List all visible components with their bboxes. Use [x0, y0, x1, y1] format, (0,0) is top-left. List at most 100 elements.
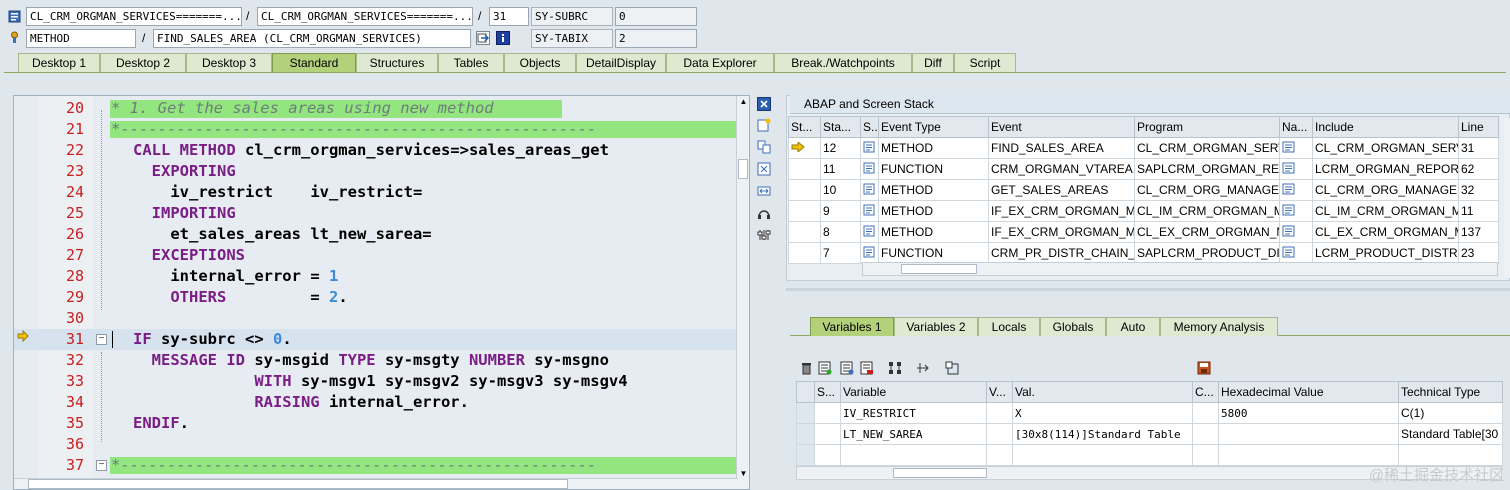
stack-cell[interactable]: METHOD	[878, 200, 989, 222]
stack-cell[interactable]: 9	[820, 200, 861, 222]
variable-cell[interactable]: IV_RESTRICT	[840, 402, 987, 424]
stack-table[interactable]: St...Sta...S...Event TypeEventProgramNa.…	[788, 116, 1499, 264]
stack-cell[interactable]: CL_CRM_ORG_MANAGEM...	[1134, 179, 1280, 201]
stack-row[interactable]: 12 METHOD FIND_SALES_AREA CL_CRM_ORGMAN_SER…	[788, 137, 1499, 159]
swap-icon[interactable]	[757, 184, 771, 198]
variable-row[interactable]	[796, 444, 1503, 466]
stack-active-cell[interactable]	[788, 242, 821, 264]
delete-icon[interactable]	[799, 361, 813, 375]
code-line[interactable]: 35 ENDIF.	[14, 413, 738, 434]
stack-cell[interactable]: CL_IM_CRM_ORGMAN_M...	[1134, 200, 1280, 222]
variable-cell[interactable]	[986, 402, 1013, 424]
append-row-icon[interactable]	[840, 361, 854, 375]
tab-globals[interactable]: Globals	[1040, 317, 1106, 336]
navigate-icon[interactable]	[1282, 246, 1296, 258]
stack-cell[interactable]: CRM_ORGMAN_VTAREA...	[988, 158, 1135, 180]
variable-cell[interactable]	[1012, 444, 1193, 466]
code-line[interactable]: 22 CALL METHOD cl_crm_orgman_services=>sa…	[14, 140, 738, 161]
stack-active-cell[interactable]	[788, 137, 821, 159]
navigate-cell[interactable]	[1279, 200, 1313, 222]
row-selector[interactable]	[796, 402, 815, 424]
code-line[interactable]: 37 *-------------------------------------…	[14, 455, 738, 476]
stack-column-header[interactable]: Line	[1458, 116, 1499, 138]
transfer-icon[interactable]	[916, 361, 930, 375]
navigate-cell[interactable]	[1279, 179, 1313, 201]
variable-cell[interactable]	[1218, 423, 1399, 445]
variable-cell[interactable]	[814, 423, 841, 445]
services-icon[interactable]	[757, 206, 771, 220]
stack-cell[interactable]: FUNCTION	[878, 158, 989, 180]
navigate-cell[interactable]	[1279, 158, 1313, 180]
navigate-cell[interactable]	[1279, 221, 1313, 243]
variables-column-header[interactable]: S...	[814, 381, 841, 403]
event-type-icon[interactable]	[860, 158, 879, 180]
stack-cell[interactable]: CRM_PR_DISTR_CHAIN_...	[988, 242, 1135, 264]
stack-cell[interactable]: IF_EX_CRM_ORGMAN_M...	[988, 221, 1135, 243]
tab-objects[interactable]: Objects	[504, 53, 576, 72]
editor-vertical-scrollbar[interactable]: ▲ ▼	[736, 96, 749, 489]
navigate-icon[interactable]	[1282, 225, 1296, 237]
variables-column-header[interactable]: Variable	[840, 381, 987, 403]
stack-cell[interactable]: LCRM_ORGMAN_REPORT...	[1312, 158, 1459, 180]
stack-column-header[interactable]: Event	[988, 116, 1135, 138]
navigate-icon[interactable]	[1282, 141, 1296, 153]
event-type-icon[interactable]	[860, 200, 879, 222]
tab-variables-2[interactable]: Variables 2	[894, 317, 978, 336]
variable-cell[interactable]	[986, 423, 1013, 445]
stack-row[interactable]: 10 METHOD GET_SALES_AREAS CL_CRM_ORG_MANAGE…	[788, 179, 1499, 201]
tab-desktop-1[interactable]: Desktop 1	[18, 53, 100, 72]
variables-column-header[interactable]: Hexadecimal Value	[1218, 381, 1399, 403]
stack-cell[interactable]: CL_EX_CRM_ORGMAN_M...	[1134, 221, 1280, 243]
row-selector[interactable]	[796, 423, 815, 445]
layout-icon[interactable]	[945, 361, 959, 375]
source-code-editor[interactable]: 20 * 1. Get the sales areas using new met…	[13, 95, 750, 490]
variable-cell[interactable]: 5800	[1218, 402, 1399, 424]
settings-icon[interactable]	[757, 228, 771, 242]
fold-toggle[interactable]: −	[96, 334, 107, 345]
new-tool-icon[interactable]	[757, 118, 771, 132]
tab-diff[interactable]: Diff	[912, 53, 954, 72]
stack-column-header[interactable]: Include	[1312, 116, 1459, 138]
tab-tables[interactable]: Tables	[438, 53, 504, 72]
stack-cell[interactable]: 23	[1458, 242, 1499, 264]
variable-cell[interactable]: Standard Table[30	[1398, 423, 1503, 445]
navigate-icon[interactable]	[1282, 162, 1296, 174]
event-type-icon[interactable]	[860, 221, 879, 243]
stack-active-cell[interactable]	[788, 221, 821, 243]
event-type-icon[interactable]	[860, 137, 879, 159]
stack-cell[interactable]: 11	[820, 158, 861, 180]
method-name-field[interactable]: FIND_SALES_AREA (CL_CRM_ORGMAN_SERVICES)	[153, 29, 471, 48]
navigate-cell[interactable]	[1279, 137, 1313, 159]
variable-cell[interactable]	[1398, 444, 1503, 466]
tab-locals[interactable]: Locals	[978, 317, 1040, 336]
save-icon[interactable]	[1197, 361, 1211, 375]
stack-column-header[interactable]: St...	[788, 116, 821, 138]
hierarchy-icon[interactable]	[888, 361, 902, 375]
replace-tool-icon[interactable]	[757, 140, 771, 154]
stack-column-header[interactable]: Sta...	[820, 116, 861, 138]
stack-cell[interactable]: CL_CRM_ORG_MANAGEM...	[1312, 179, 1459, 201]
variable-cell[interactable]	[1192, 402, 1219, 424]
code-line[interactable]: 24 iv_restrict iv_restrict=	[14, 182, 738, 203]
navigate-icon[interactable]	[476, 31, 490, 45]
stack-cell[interactable]: 8	[820, 221, 861, 243]
tab-break-watchpoints[interactable]: Break./Watchpoints	[774, 53, 912, 72]
variables-table[interactable]: S... Variable V... Val. C... Hexadecimal Valu…	[796, 381, 1503, 466]
tab-auto[interactable]: Auto	[1106, 317, 1160, 336]
variables-column-header[interactable]: Technical Type	[1398, 381, 1503, 403]
stack-cell[interactable]: 11	[1458, 200, 1499, 222]
row-selector[interactable]	[796, 444, 815, 466]
code-line[interactable]: 27 EXCEPTIONS	[14, 245, 738, 266]
event-type-icon[interactable]	[860, 242, 879, 264]
stack-cell[interactable]: 62	[1458, 158, 1499, 180]
stack-cell[interactable]: 31	[1458, 137, 1499, 159]
remove-row-icon[interactable]	[860, 361, 874, 375]
code-line[interactable]: 26 et_sales_areas lt_new_sarea=	[14, 224, 738, 245]
code-line[interactable]: 36	[14, 434, 738, 455]
stack-cell[interactable]: CL_IM_CRM_ORGMAN_M...	[1312, 200, 1459, 222]
navigate-icon[interactable]	[1282, 204, 1296, 216]
code-line[interactable]: 30	[14, 308, 738, 329]
class-field-1[interactable]: CL_CRM_ORGMAN_SERVICES=======...	[26, 7, 242, 26]
line-field[interactable]: 31	[489, 7, 529, 26]
code-line[interactable]: 25 IMPORTING	[14, 203, 738, 224]
